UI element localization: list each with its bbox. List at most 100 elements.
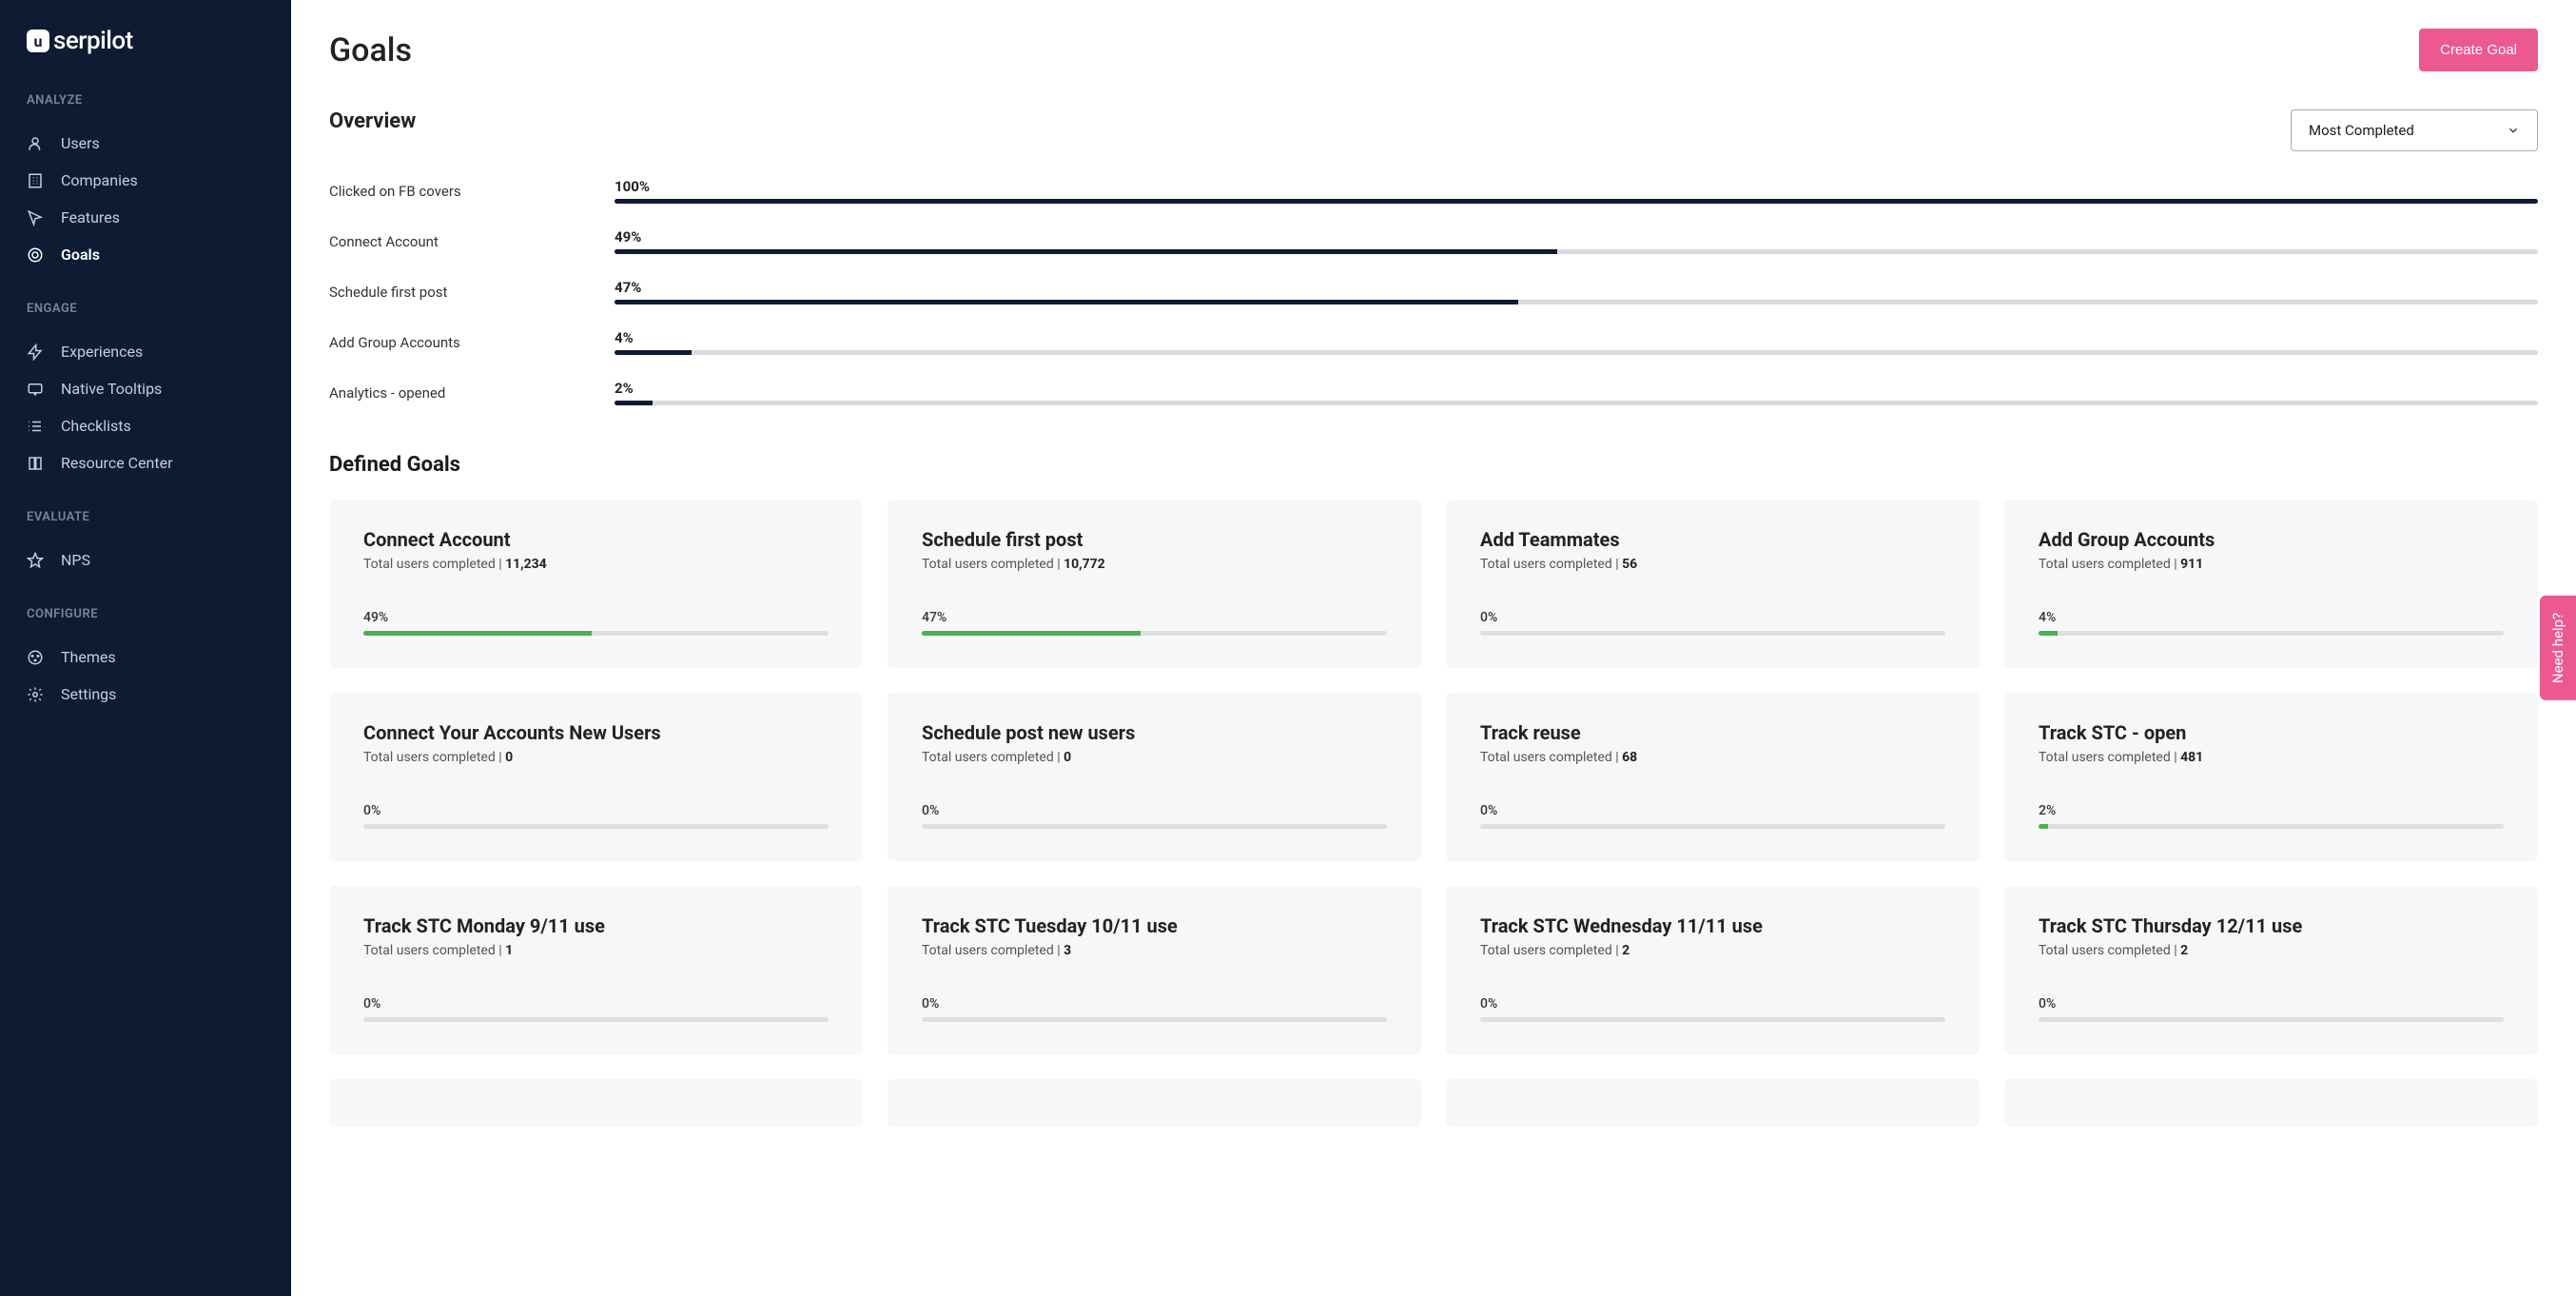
sidebar-item-users[interactable]: Users [27, 125, 264, 162]
chevron-down-icon [2507, 124, 2520, 137]
card-percent: 0% [1480, 996, 1945, 1011]
goal-card[interactable]: Track STC Tuesday 10/11 use Total users … [888, 886, 1421, 1054]
goal-card[interactable]: Track reuse Total users completed | 68 0… [1446, 693, 1980, 861]
goal-card[interactable]: Track STC Monday 9/11 use Total users co… [329, 886, 863, 1054]
card-title: Track STC Tuesday 10/11 use [922, 914, 1387, 937]
list-icon [27, 418, 44, 435]
overview-label: Analytics - opened [329, 384, 586, 402]
goal-card-placeholder [888, 1079, 1421, 1127]
progress-track [615, 401, 2538, 405]
sidebar-item-label: Experiences [61, 343, 143, 361]
defined-goals-heading: Defined Goals [329, 453, 2538, 477]
card-subtitle: Total users completed | 68 [1480, 750, 1945, 765]
page-title: Goals [329, 31, 412, 69]
sidebar-item-label: Companies [61, 171, 138, 189]
progress-track [615, 249, 2538, 254]
overview-item: Schedule first post 47% [329, 279, 2538, 304]
sidebar-item-goals[interactable]: Goals [27, 236, 264, 273]
card-subtitle: Total users completed | 481 [2039, 750, 2504, 765]
star-icon [27, 552, 44, 569]
nav-heading-configure: CONFIGURE [27, 607, 264, 621]
overview-label: Schedule first post [329, 284, 586, 301]
sidebar-item-settings[interactable]: Settings [27, 676, 264, 713]
tooltip-icon [27, 381, 44, 398]
goal-card[interactable]: Connect Account Total users completed | … [329, 500, 863, 668]
card-title: Track STC Wednesday 11/11 use [1480, 914, 1945, 937]
progress-track [363, 824, 829, 829]
overview-percent: 47% [615, 279, 2538, 296]
create-goal-button[interactable]: Create Goal [2419, 29, 2538, 71]
sort-label: Most Completed [2309, 122, 2414, 139]
sidebar: u serpilot ANALYZE Users Companies Featu… [0, 0, 291, 1296]
overview-list: Clicked on FB covers 100% Connect Accoun… [329, 178, 2538, 405]
card-percent: 0% [2039, 996, 2504, 1011]
goal-card-placeholder [329, 1079, 863, 1127]
card-title: Add Teammates [1480, 528, 1945, 551]
goal-card[interactable]: Add Group Accounts Total users completed… [2004, 500, 2538, 668]
brand-name: serpilot [53, 27, 133, 55]
goal-card[interactable]: Track STC - open Total users completed |… [2004, 693, 2538, 861]
sidebar-item-label: Users [61, 134, 100, 152]
overview-item: Connect Account 49% [329, 228, 2538, 254]
overview-percent: 2% [615, 380, 2538, 397]
overview-heading: Overview [329, 109, 416, 133]
overview-item: Analytics - opened 2% [329, 380, 2538, 405]
overview-label: Add Group Accounts [329, 334, 586, 351]
sidebar-item-label: Themes [61, 648, 116, 666]
progress-track [1480, 824, 1945, 829]
nav-heading-evaluate: EVALUATE [27, 510, 264, 524]
card-subtitle: Total users completed | 56 [1480, 557, 1945, 572]
goal-card[interactable]: Track STC Wednesday 11/11 use Total user… [1446, 886, 1980, 1054]
card-subtitle: Total users completed | 11,234 [363, 557, 829, 572]
goal-card[interactable]: Connect Your Accounts New Users Total us… [329, 693, 863, 861]
sort-dropdown[interactable]: Most Completed [2291, 109, 2538, 151]
building-icon [27, 172, 44, 189]
sidebar-item-resource-center[interactable]: Resource Center [27, 444, 264, 481]
sidebar-item-themes[interactable]: Themes [27, 638, 264, 676]
goal-card[interactable]: Schedule post new users Total users comp… [888, 693, 1421, 861]
sidebar-item-experiences[interactable]: Experiences [27, 333, 264, 370]
user-icon [27, 135, 44, 152]
progress-track [2039, 631, 2504, 636]
card-percent: 0% [922, 996, 1387, 1011]
card-subtitle: Total users completed | 10,772 [922, 557, 1387, 572]
goal-card[interactable]: Schedule first post Total users complete… [888, 500, 1421, 668]
card-subtitle: Total users completed | 0 [363, 750, 829, 765]
overview-bar: 100% [615, 178, 2538, 204]
help-tab[interactable]: Need help? [2540, 596, 2576, 700]
goal-card[interactable]: Track STC Thursday 12/11 use Total users… [2004, 886, 2538, 1054]
card-percent: 0% [1480, 610, 1945, 625]
progress-track [2039, 824, 2504, 829]
sidebar-item-label: NPS [61, 551, 90, 569]
progress-track [615, 350, 2538, 355]
sidebar-item-label: Resource Center [61, 454, 173, 472]
book-icon [27, 455, 44, 472]
card-title: Connect Account [363, 528, 829, 551]
gear-icon [27, 686, 44, 703]
sidebar-item-label: Native Tooltips [61, 380, 162, 398]
progress-track [615, 300, 2538, 304]
card-title: Track STC - open [2039, 721, 2504, 744]
card-title: Schedule post new users [922, 721, 1387, 744]
card-title: Track STC Thursday 12/11 use [2039, 914, 2504, 937]
goals-grid: Connect Account Total users completed | … [329, 500, 2538, 1127]
sidebar-item-companies[interactable]: Companies [27, 162, 264, 199]
goal-card[interactable]: Add Teammates Total users completed | 56… [1446, 500, 1980, 668]
sidebar-item-nps[interactable]: NPS [27, 541, 264, 579]
card-title: Add Group Accounts [2039, 528, 2504, 551]
overview-percent: 4% [615, 329, 2538, 346]
card-title: Connect Your Accounts New Users [363, 721, 829, 744]
card-subtitle: Total users completed | 2 [2039, 943, 2504, 958]
main-content: Goals Create Goal Overview Most Complete… [291, 0, 2576, 1296]
card-title: Schedule first post [922, 528, 1387, 551]
sidebar-item-tooltips[interactable]: Native Tooltips [27, 370, 264, 407]
overview-bar: 4% [615, 329, 2538, 355]
sidebar-item-label: Settings [61, 685, 116, 703]
brand-logo[interactable]: u serpilot [0, 27, 291, 93]
overview-item: Add Group Accounts 4% [329, 329, 2538, 355]
card-subtitle: Total users completed | 911 [2039, 557, 2504, 572]
card-subtitle: Total users completed | 1 [363, 943, 829, 958]
sidebar-item-checklists[interactable]: Checklists [27, 407, 264, 444]
sidebar-item-features[interactable]: Features [27, 199, 264, 236]
palette-icon [27, 649, 44, 666]
